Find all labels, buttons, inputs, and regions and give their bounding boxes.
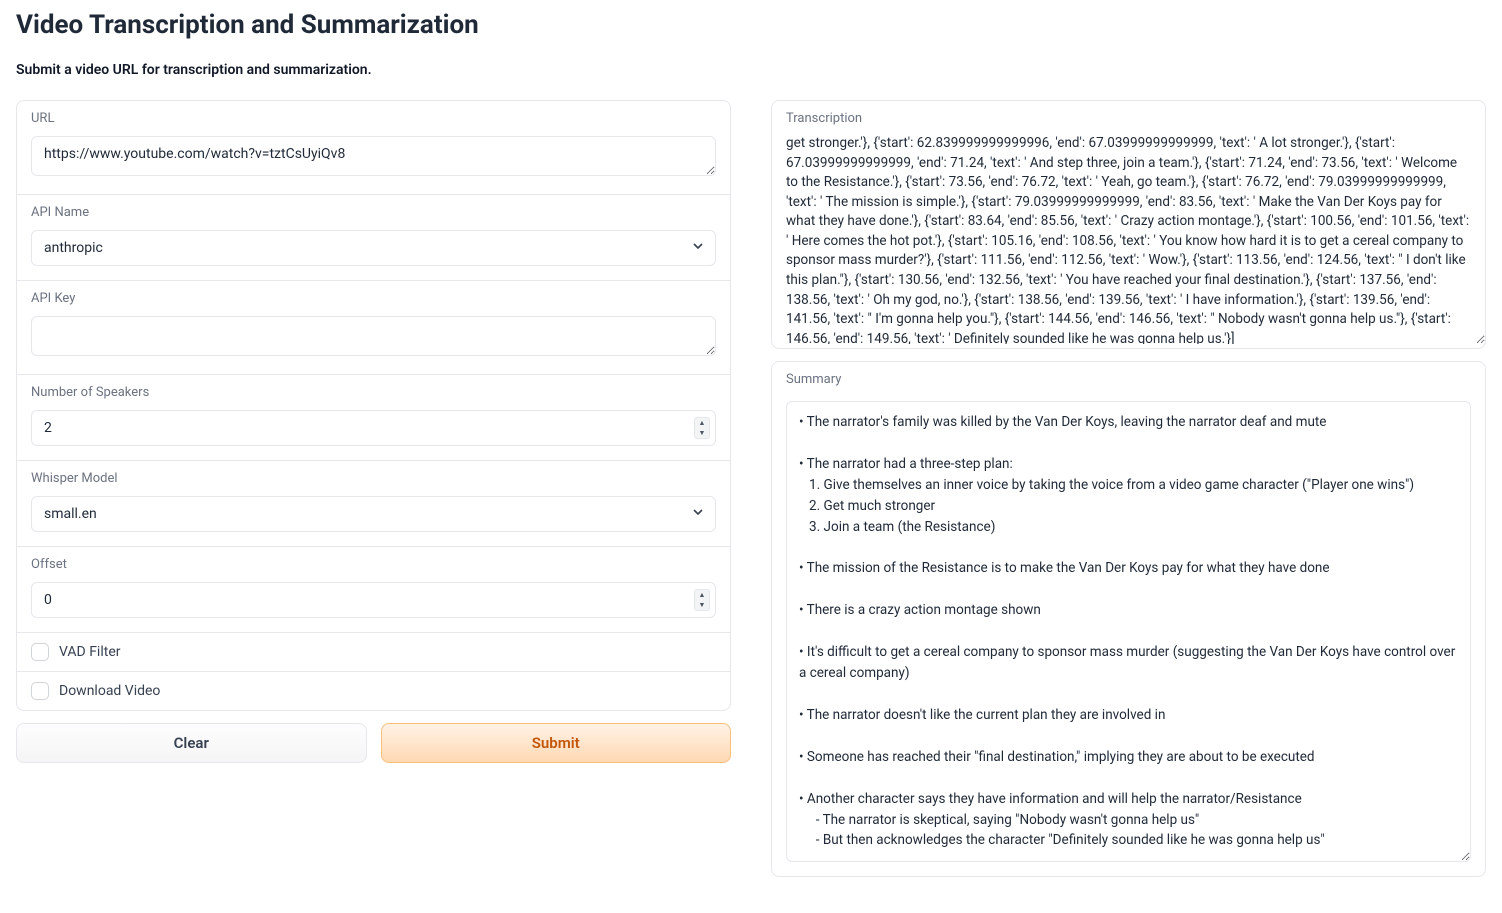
speakers-input[interactable]	[31, 410, 716, 446]
number-stepper[interactable]: ▲ ▼	[694, 589, 710, 611]
api-key-input[interactable]	[31, 316, 716, 356]
whisper-label: Whisper Model	[31, 471, 716, 486]
url-label: URL	[31, 111, 716, 126]
chevron-up-icon: ▲	[695, 418, 709, 428]
download-video-label: Download Video	[59, 683, 160, 699]
page-subtitle: Submit a video URL for transcription and…	[16, 62, 1486, 78]
summary-output[interactable]: • The narrator's family was killed by th…	[786, 401, 1471, 862]
page-title: Video Transcription and Summarization	[16, 10, 1486, 40]
chevron-down-icon: ▼	[695, 428, 709, 438]
api-name-select[interactable]: anthropic	[31, 230, 716, 266]
offset-input[interactable]	[31, 582, 716, 618]
speakers-label: Number of Speakers	[31, 385, 716, 400]
url-input[interactable]	[31, 136, 716, 176]
transcription-panel: Transcription	[771, 100, 1486, 349]
api-name-label: API Name	[31, 205, 716, 220]
vad-filter-label: VAD Filter	[59, 644, 121, 660]
chevron-up-icon: ▲	[695, 590, 709, 600]
download-video-checkbox[interactable]	[31, 682, 49, 700]
clear-button[interactable]: Clear	[16, 723, 367, 763]
transcription-label: Transcription	[772, 101, 1485, 134]
summary-panel: Summary • The narrator's family was kill…	[771, 361, 1486, 877]
vad-filter-checkbox[interactable]	[31, 643, 49, 661]
whisper-model-select[interactable]: small.en	[31, 496, 716, 532]
input-column: URL API Name anthropic API Key	[16, 100, 731, 763]
transcription-output[interactable]	[772, 134, 1485, 344]
input-panel: URL API Name anthropic API Key	[16, 100, 731, 711]
chevron-down-icon: ▼	[695, 600, 709, 610]
api-key-label: API Key	[31, 291, 716, 306]
output-column: Transcription Summary • The narrator's f…	[771, 100, 1486, 889]
submit-button[interactable]: Submit	[381, 723, 732, 763]
offset-label: Offset	[31, 557, 716, 572]
number-stepper[interactable]: ▲ ▼	[694, 417, 710, 439]
summary-label: Summary	[772, 362, 1485, 395]
